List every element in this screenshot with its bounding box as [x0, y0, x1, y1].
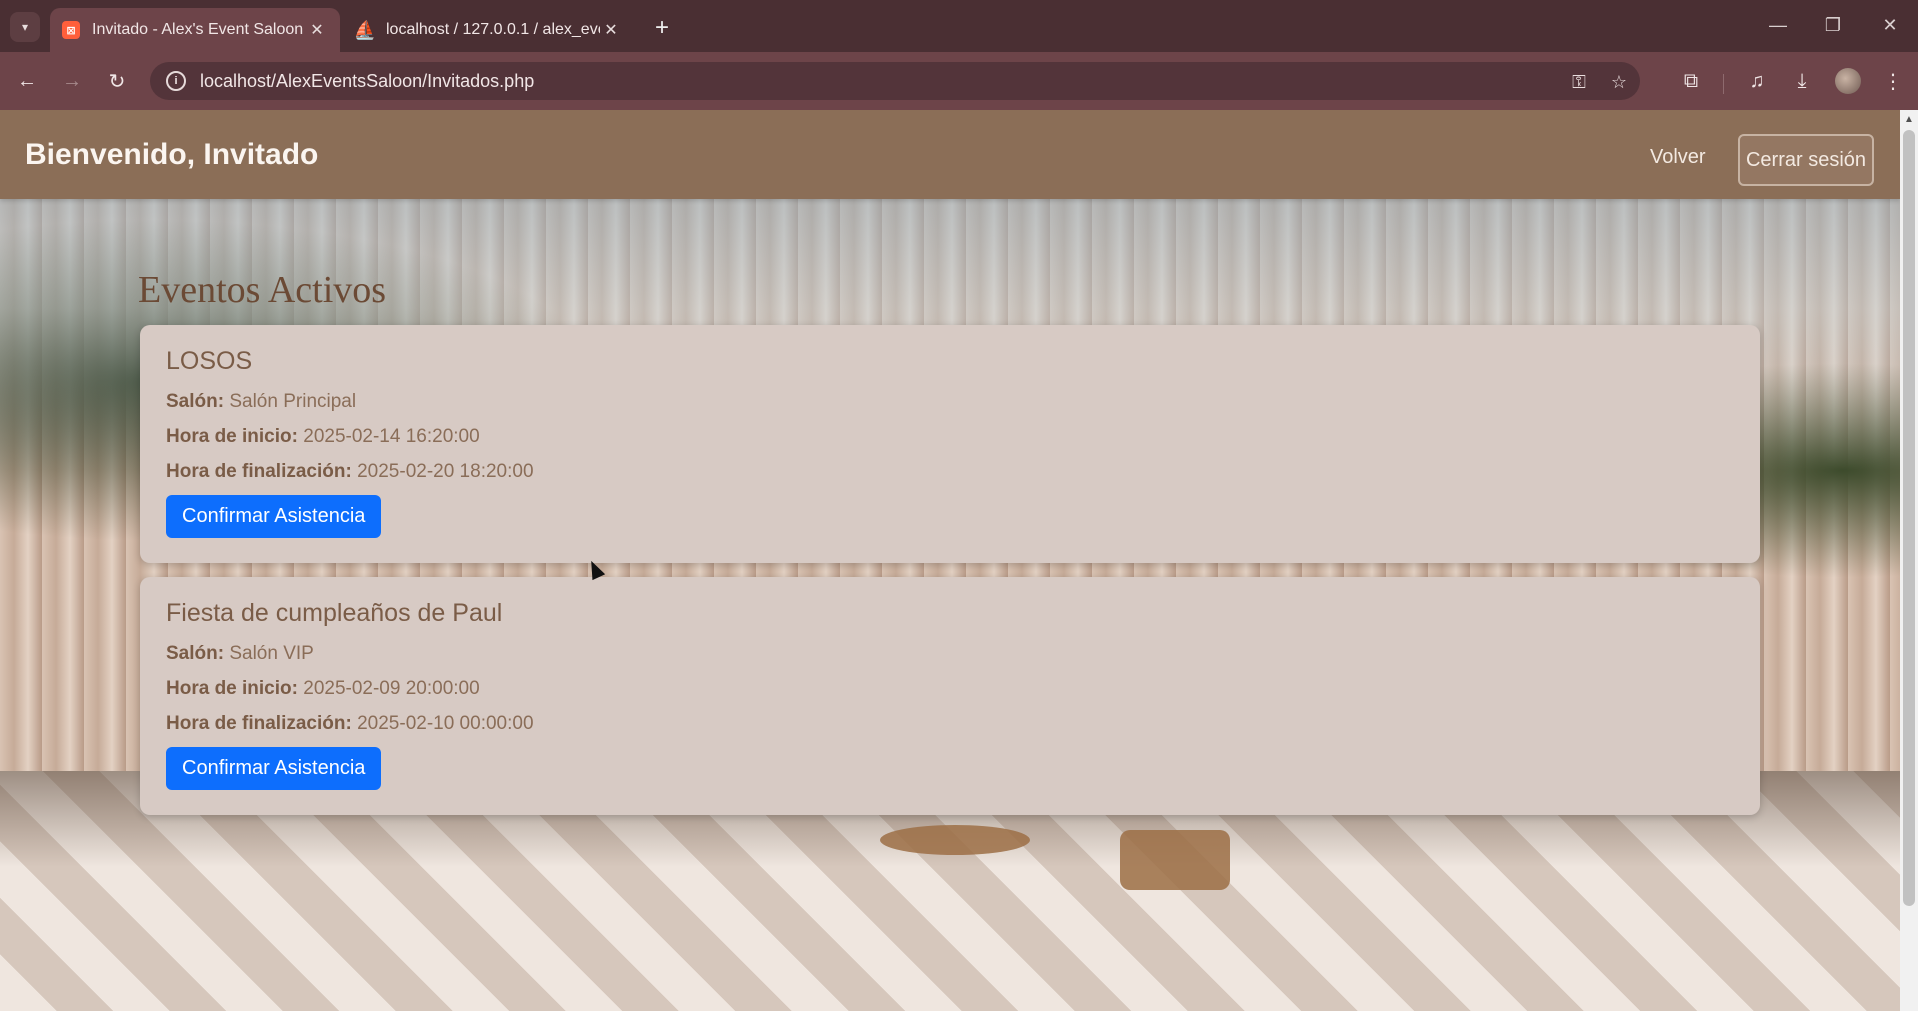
back-icon[interactable]: ←	[12, 66, 42, 96]
event-end: Hora de finalización: 2025-02-10 00:00:0…	[166, 706, 1734, 741]
tab-title: localhost / 127.0.0.1 / alex_even	[386, 21, 600, 38]
restore-icon[interactable]: ❐	[1813, 10, 1853, 40]
event-card: LOSOS Salón: Salón Principal Hora de ini…	[140, 325, 1760, 563]
tab-title: Invitado - Alex's Event Saloon	[92, 21, 304, 38]
start-label: Hora de inicio:	[166, 426, 298, 447]
close-icon[interactable]: ✕	[600, 19, 622, 41]
media-control-icon[interactable]: ♫	[1742, 66, 1772, 96]
logout-button[interactable]: Cerrar sesión	[1738, 134, 1874, 186]
event-salon: Salón: Salón Principal	[166, 384, 1734, 419]
url-text[interactable]: localhost/AlexEventsSaloon/Invitados.php	[200, 71, 534, 92]
reload-icon[interactable]: ↻	[102, 66, 132, 96]
background-table	[880, 825, 1030, 855]
end-value: 2025-02-10 00:00:00	[357, 713, 534, 734]
address-bar[interactable]: i localhost/AlexEventsSaloon/Invitados.p…	[150, 62, 1640, 100]
event-start: Hora de inicio: 2025-02-14 16:20:00	[166, 419, 1734, 454]
end-value: 2025-02-20 18:20:00	[357, 461, 534, 482]
start-value: 2025-02-09 20:00:00	[303, 678, 480, 699]
salon-value: Salón VIP	[229, 643, 314, 664]
event-card: Fiesta de cumpleaños de Paul Salón: Saló…	[140, 577, 1760, 815]
background-chair	[1120, 830, 1230, 890]
browser-toolbar: ← → ↻ i localhost/AlexEventsSaloon/Invit…	[0, 52, 1918, 110]
event-salon: Salón: Salón VIP	[166, 636, 1734, 671]
close-icon[interactable]: ✕	[306, 19, 328, 41]
salon-value: Salón Principal	[229, 391, 357, 412]
toolbar-divider	[1723, 74, 1724, 94]
window-close-icon[interactable]: ✕	[1870, 10, 1910, 40]
download-icon[interactable]: ⤓	[1787, 66, 1817, 96]
forward-icon[interactable]: →	[57, 66, 87, 96]
profile-avatar[interactable]	[1835, 68, 1861, 94]
event-title: LOSOS	[166, 347, 253, 375]
new-tab-icon[interactable]: +	[648, 14, 676, 42]
tab-phpmyadmin[interactable]: ⛵ localhost / 127.0.0.1 / alex_even ✕	[344, 8, 634, 52]
event-start: Hora de inicio: 2025-02-09 20:00:00	[166, 671, 1734, 706]
salon-label: Salón:	[166, 391, 225, 412]
confirm-attendance-button[interactable]: Confirmar Asistencia	[166, 495, 382, 538]
back-link[interactable]: Volver	[1650, 146, 1706, 169]
scroll-up-icon[interactable]: ▲	[1900, 110, 1918, 128]
scroll-thumb[interactable]	[1903, 130, 1915, 906]
start-label: Hora de inicio:	[166, 678, 298, 699]
bookmark-star-icon[interactable]: ☆	[1608, 71, 1630, 93]
minimize-icon[interactable]: —	[1758, 10, 1798, 40]
tab-list-icon[interactable]: ▾	[10, 12, 40, 42]
browser-menu-icon[interactable]: ⋮	[1878, 66, 1908, 96]
page-scrollbar[interactable]: ▲	[1900, 110, 1918, 1011]
browser-tab-bar: ▾ ⊠ Invitado - Alex's Event Saloon ✕ ⛵ l…	[0, 0, 1918, 52]
confirm-attendance-button[interactable]: Confirmar Asistencia	[166, 747, 382, 790]
site-info-icon[interactable]: i	[166, 71, 186, 91]
welcome-brand: Bienvenido, Invitado	[25, 138, 319, 171]
end-label: Hora de finalización:	[166, 461, 352, 482]
end-label: Hora de finalización:	[166, 713, 352, 734]
site-navbar: Bienvenido, Invitado Volver Cerrar sesió…	[0, 110, 1900, 199]
xampp-icon: ⊠	[62, 21, 80, 39]
start-value: 2025-02-14 16:20:00	[303, 426, 480, 447]
page-title: Eventos Activos	[138, 269, 387, 311]
page-viewport: Bienvenido, Invitado Volver Cerrar sesió…	[0, 110, 1900, 1011]
event-title: Fiesta de cumpleaños de Paul	[166, 599, 503, 627]
password-key-icon[interactable]: ⚿	[1568, 71, 1590, 93]
extensions-icon[interactable]: ⧉	[1676, 66, 1706, 96]
tab-invitado[interactable]: ⊠ Invitado - Alex's Event Saloon ✕	[50, 8, 340, 52]
phpmyadmin-icon: ⛵	[353, 19, 377, 40]
salon-label: Salón:	[166, 643, 225, 664]
event-end: Hora de finalización: 2025-02-20 18:20:0…	[166, 454, 1734, 489]
